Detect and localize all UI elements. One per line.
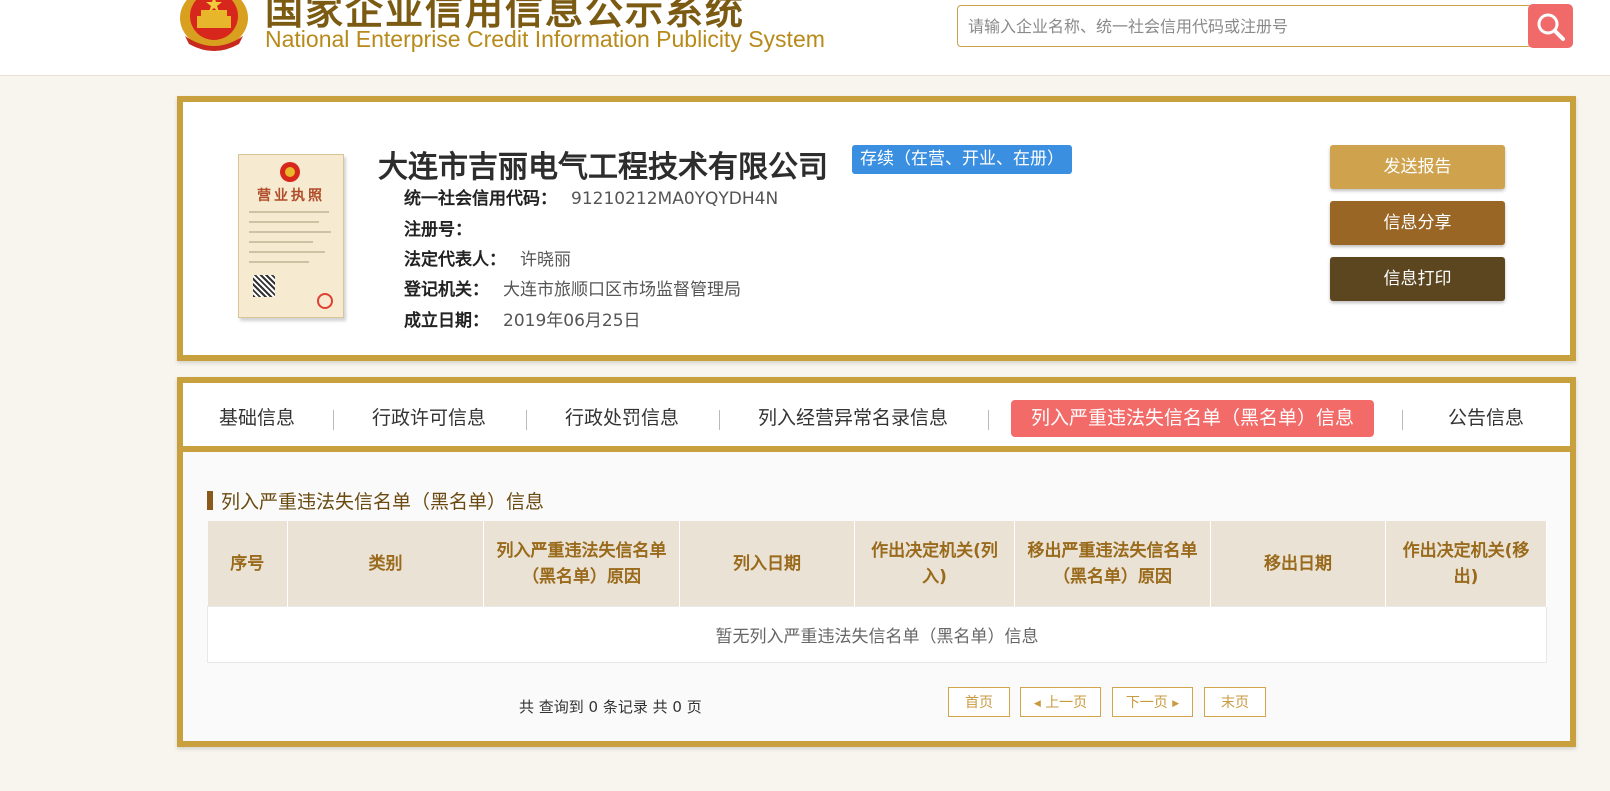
info-value: 91210212MA0YQYDH4N bbox=[571, 189, 779, 209]
national-emblem-icon bbox=[180, 0, 248, 51]
search-icon bbox=[1537, 13, 1565, 41]
column-header: 移出日期 bbox=[1210, 521, 1386, 607]
business-license-image: 营业执照 bbox=[238, 154, 344, 318]
company-name: 大连市吉丽电气工程技术有限公司 bbox=[378, 150, 828, 185]
tab-basic-info[interactable]: 基础信息 bbox=[219, 400, 295, 437]
info-value: 许晓丽 bbox=[520, 250, 571, 270]
search-box bbox=[957, 5, 1532, 47]
license-emblem-icon bbox=[280, 162, 300, 182]
info-label: 注册号： bbox=[404, 220, 472, 240]
last-page-button[interactable]: 末页 bbox=[1204, 687, 1266, 717]
next-page-label: 下一页 bbox=[1125, 695, 1168, 711]
chevron-left-icon: ◀ bbox=[1033, 699, 1041, 709]
first-page-button[interactable]: 首页 bbox=[948, 687, 1010, 717]
info-label: 成立日期： bbox=[404, 311, 489, 331]
tab-divider bbox=[988, 410, 989, 430]
share-info-button[interactable]: 信息分享 bbox=[1330, 201, 1505, 245]
column-header: 作出决定机关(移出) bbox=[1385, 521, 1547, 607]
tab-divider bbox=[333, 410, 334, 430]
site-title-en: National Enterprise Credit Information P… bbox=[265, 26, 825, 52]
print-info-button[interactable]: 信息打印 bbox=[1330, 257, 1505, 301]
info-value: 大连市旅顺口区市场监督管理局 bbox=[503, 280, 741, 300]
tab-announcements[interactable]: 公告信息 bbox=[1448, 400, 1524, 437]
empty-message: 暂无列入严重违法失信名单（黑名单）信息 bbox=[207, 606, 1547, 663]
info-row-reg-number: 注册号： bbox=[404, 215, 486, 240]
column-header: 作出决定机关(列入) bbox=[854, 521, 1015, 607]
qr-code-icon bbox=[253, 275, 275, 297]
site-header: 国家企业信用信息公示系统 National Enterprise Credit … bbox=[0, 0, 1610, 76]
search-input[interactable] bbox=[958, 6, 1528, 46]
tab-blacklist[interactable]: 列入严重违法失信名单（黑名单）信息 bbox=[1011, 400, 1375, 437]
info-row-founded: 成立日期： 2019年06月25日 bbox=[404, 306, 641, 331]
section-title: 列入严重违法失信名单（黑名单）信息 bbox=[207, 487, 544, 514]
tab-admin-license[interactable]: 行政许可信息 bbox=[372, 400, 486, 437]
license-title: 营业执照 bbox=[257, 188, 325, 204]
info-value: 2019年06月25日 bbox=[503, 311, 641, 331]
info-row-legal-rep: 法定代表人： 许晓丽 bbox=[404, 245, 571, 270]
send-report-button[interactable]: 发送报告 bbox=[1330, 145, 1505, 189]
column-header: 列入日期 bbox=[679, 521, 855, 607]
info-panel: 基础信息 行政许可信息 行政处罚信息 列入经营异常名录信息 列入严重违法失信名单… bbox=[177, 377, 1576, 747]
chevron-right-icon: ▶ bbox=[1172, 699, 1180, 709]
table-row: 暂无列入严重违法失信名单（黑名单）信息 bbox=[207, 606, 1547, 663]
tab-bar: 基础信息 行政许可信息 行政处罚信息 列入经营异常名录信息 列入严重违法失信名单… bbox=[183, 383, 1570, 452]
tab-abnormal-operation[interactable]: 列入经营异常名录信息 bbox=[758, 400, 948, 437]
info-label: 统一社会信用代码： bbox=[404, 189, 557, 209]
license-text-lines bbox=[249, 211, 331, 271]
action-buttons: 发送报告 信息分享 信息打印 bbox=[1330, 145, 1505, 313]
column-header: 移出严重违法失信名单（黑名单）原因 bbox=[1014, 521, 1211, 607]
company-card: 营业执照 大连市吉丽电气工程技术有限公司 存续（在营、开业、在册） 统一社会信用… bbox=[177, 96, 1576, 361]
tab-divider bbox=[719, 410, 720, 430]
info-label: 法定代表人： bbox=[404, 250, 506, 270]
next-page-button[interactable]: 下一页 ▶ bbox=[1112, 687, 1193, 717]
prev-page-label: 上一页 bbox=[1045, 695, 1088, 711]
record-summary: 共 查询到 0 条记录 共 0 页 bbox=[519, 698, 702, 716]
info-row-authority: 登记机关： 大连市旅顺口区市场监督管理局 bbox=[404, 275, 741, 300]
tab-admin-penalty[interactable]: 行政处罚信息 bbox=[565, 400, 679, 437]
blacklist-table: 序号 类别 列入严重违法失信名单（黑名单）原因 列入日期 作出决定机关(列入) … bbox=[207, 521, 1547, 663]
column-header: 列入严重违法失信名单（黑名单）原因 bbox=[483, 521, 680, 607]
info-label: 登记机关： bbox=[404, 280, 489, 300]
prev-page-button[interactable]: ◀ 上一页 bbox=[1020, 687, 1101, 717]
column-header: 序号 bbox=[207, 521, 288, 607]
table-header-row: 序号 类别 列入严重违法失信名单（黑名单）原因 列入日期 作出决定机关(列入) … bbox=[207, 521, 1547, 607]
seal-icon bbox=[317, 293, 333, 309]
info-row-credit-code: 统一社会信用代码： 91210212MA0YQYDH4N bbox=[404, 184, 778, 209]
status-badge: 存续（在营、开业、在册） bbox=[852, 145, 1072, 174]
search-button[interactable] bbox=[1528, 4, 1573, 48]
tab-divider bbox=[526, 410, 527, 430]
column-header: 类别 bbox=[287, 521, 484, 607]
tab-divider bbox=[1402, 410, 1403, 430]
